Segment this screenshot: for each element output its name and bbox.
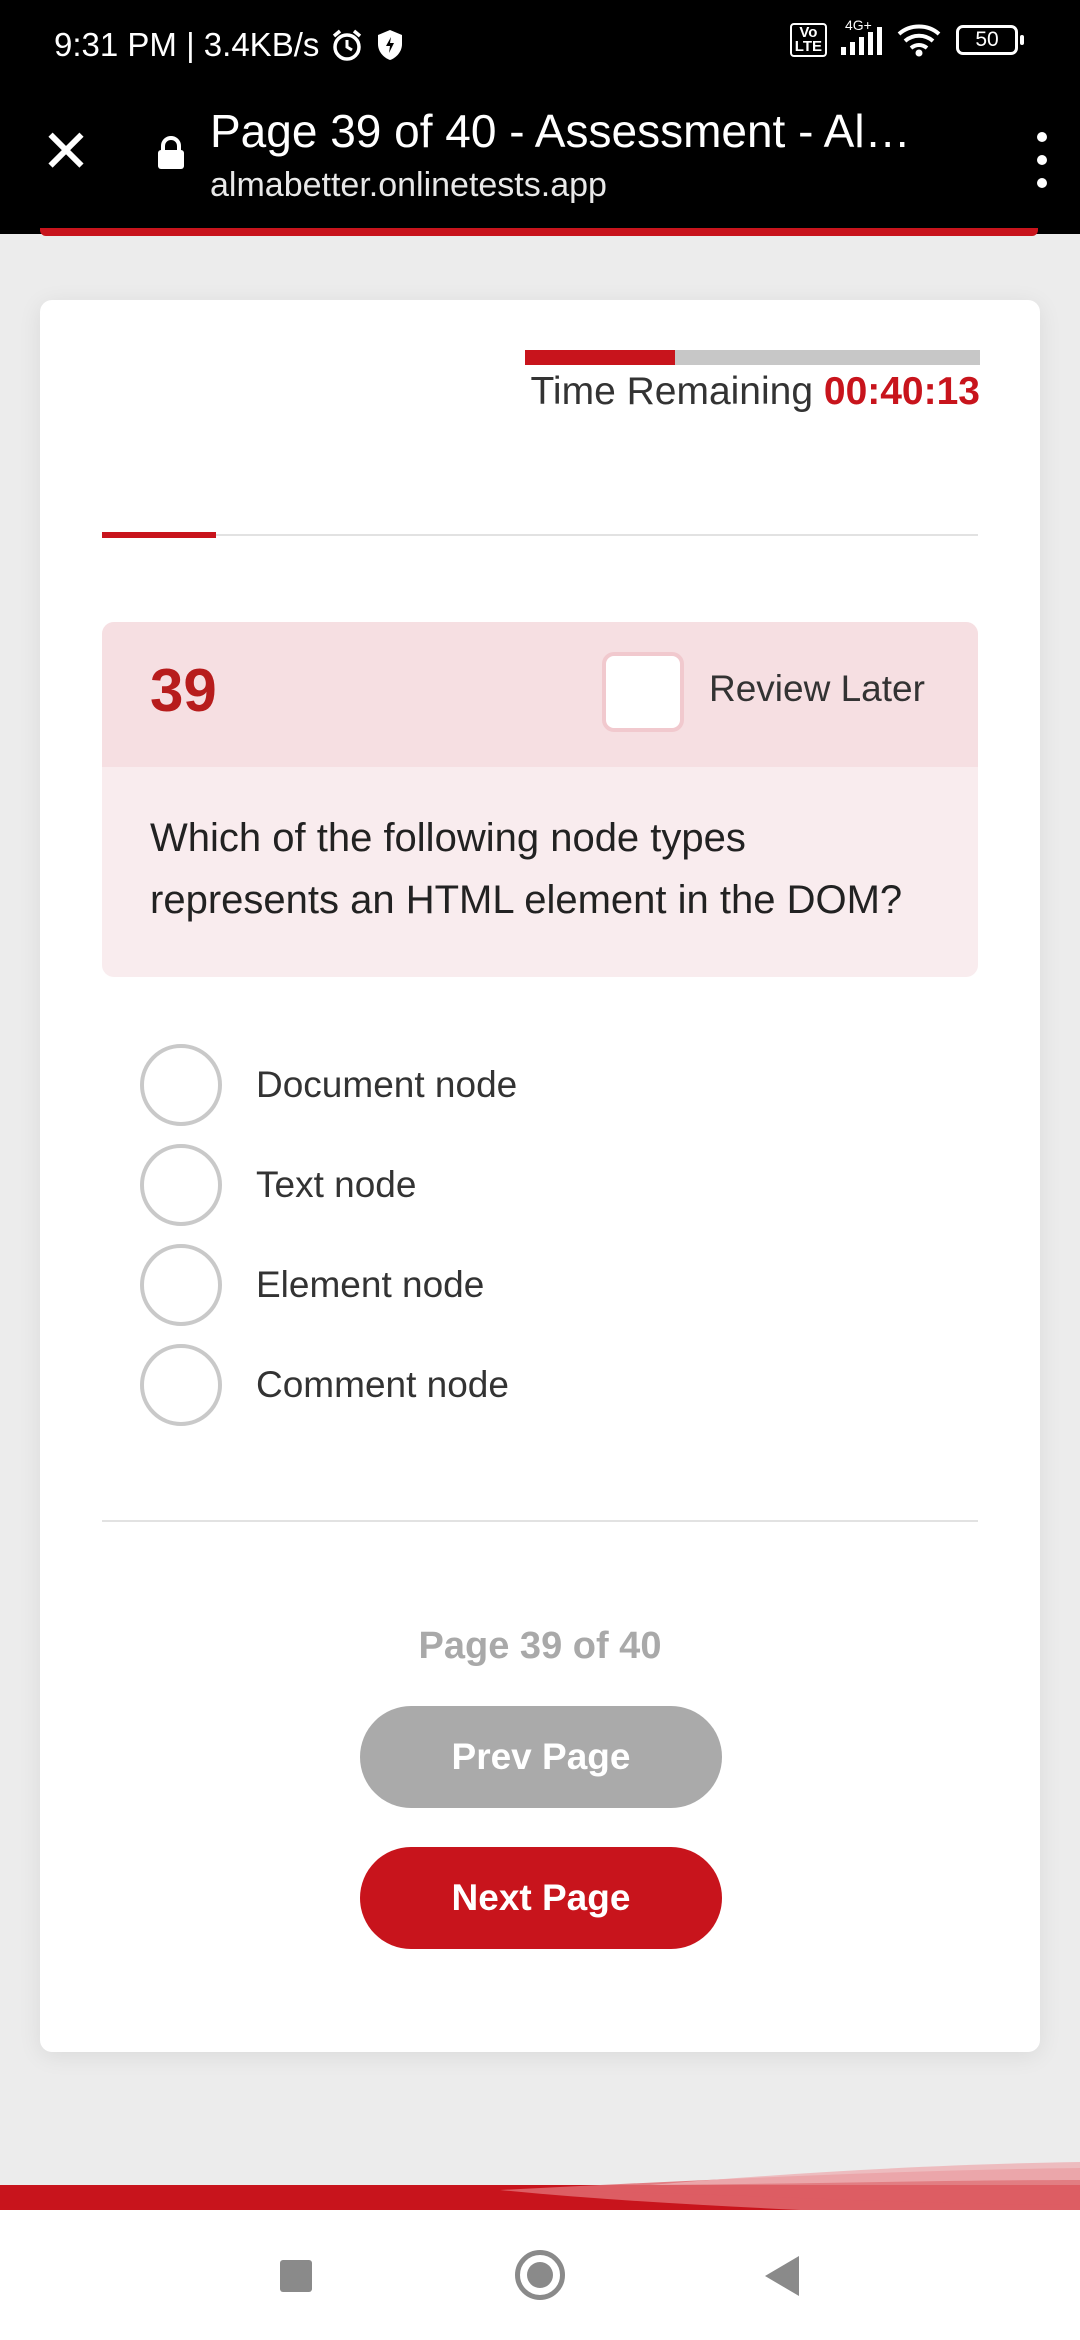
prev-page-button[interactable]: Prev Page xyxy=(360,1706,722,1808)
system-nav-bar xyxy=(0,2210,1080,2340)
page-indicator: Page 39 of 40 xyxy=(418,1625,662,1667)
assessment-card: Time Remaining 00:40:13 39 Review Later … xyxy=(40,300,1040,2052)
time-remaining: Time Remaining 00:40:13 xyxy=(531,370,980,414)
battery-icon: 50 xyxy=(956,25,1024,55)
divider xyxy=(102,1520,978,1522)
shield-icon xyxy=(378,30,403,60)
question-text: Which of the following node types repres… xyxy=(150,816,903,922)
more-vert-icon[interactable] xyxy=(1032,132,1052,188)
lock-icon xyxy=(158,136,184,169)
recents-icon[interactable] xyxy=(280,2260,312,2292)
radio-button[interactable] xyxy=(140,1244,222,1326)
time-remaining-value: 00:40:13 xyxy=(823,370,980,413)
answer-options: Document node Text node Element node Com… xyxy=(140,1035,517,1435)
close-icon[interactable]: ✕ xyxy=(40,122,92,182)
time-remaining-label: Time Remaining xyxy=(530,370,814,413)
option-text-node[interactable]: Text node xyxy=(140,1135,517,1235)
option-label[interactable]: Comment node xyxy=(256,1364,509,1406)
browser-bar: ✕ Page 39 of 40 - Assessment - Al… almab… xyxy=(0,96,1080,234)
option-element-node[interactable]: Element node xyxy=(140,1235,517,1335)
timer-progress-bar xyxy=(525,350,980,365)
header-accent-strip xyxy=(40,228,1038,236)
wifi-icon xyxy=(897,24,941,57)
footer-wave-decoration xyxy=(0,2162,1080,2210)
review-later-label[interactable]: Review Later xyxy=(709,668,925,710)
question-header: 39 Review Later xyxy=(102,622,978,767)
section-progress-fill xyxy=(102,532,216,538)
status-bar: 9:31 PM | 3.4KB/s Vo LTE 4G+ 50 xyxy=(0,0,1080,96)
question-box: 39 Review Later Which of the following n… xyxy=(102,622,978,977)
next-page-button[interactable]: Next Page xyxy=(360,1847,722,1949)
option-label[interactable]: Document node xyxy=(256,1064,517,1106)
volte-badge: Vo LTE xyxy=(789,23,827,57)
signal-icon: 4G+ xyxy=(841,17,882,55)
alarm-icon xyxy=(333,29,362,61)
option-label[interactable]: Element node xyxy=(256,1264,484,1306)
option-comment-node[interactable]: Comment node xyxy=(140,1335,517,1435)
radio-button[interactable] xyxy=(140,1044,222,1126)
radio-button[interactable] xyxy=(140,1144,222,1226)
section-progress-bar xyxy=(102,532,978,538)
page-title: Page 39 of 40 - Assessment - Al… xyxy=(210,105,911,157)
option-document-node[interactable]: Document node xyxy=(140,1035,517,1135)
question-number: 39 xyxy=(150,657,217,724)
back-icon[interactable] xyxy=(765,2256,799,2296)
option-label[interactable]: Text node xyxy=(256,1164,416,1206)
timer-progress-fill xyxy=(525,350,676,365)
review-later-checkbox[interactable] xyxy=(602,652,684,732)
radio-button[interactable] xyxy=(140,1344,222,1426)
status-left: 9:31 PM | 3.4KB/s xyxy=(54,26,405,64)
page-url[interactable]: almabetter.onlinetests.app xyxy=(210,166,607,205)
network-type: 4G+ xyxy=(845,17,872,33)
status-time-speed: 9:31 PM | 3.4KB/s xyxy=(54,26,320,63)
status-right: Vo LTE 4G+ 50 xyxy=(789,17,1024,58)
home-icon[interactable] xyxy=(515,2250,565,2300)
